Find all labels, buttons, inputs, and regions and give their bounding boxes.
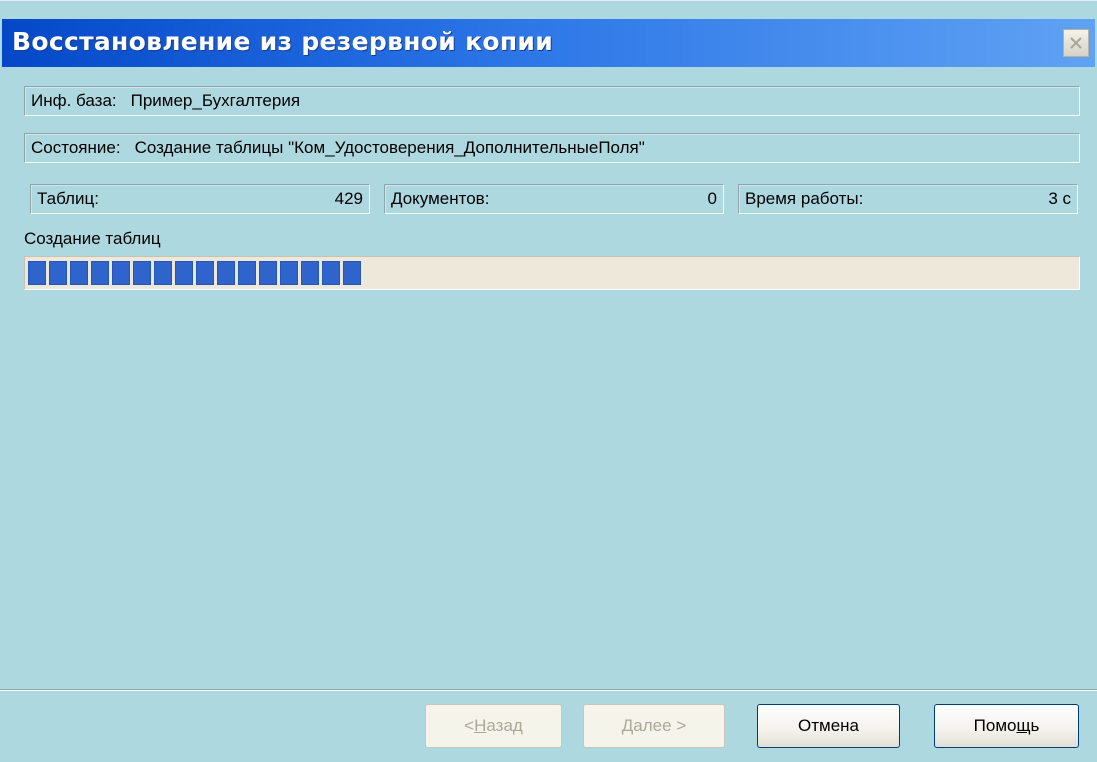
progress-block: [154, 261, 172, 285]
next-button-hotkey: Д: [621, 716, 634, 735]
progress-fill: [28, 261, 361, 285]
documents-count-field: Документов: 0: [384, 184, 724, 214]
documents-label: Документов:: [391, 189, 490, 208]
progress-block: [259, 261, 277, 285]
progress-block: [70, 261, 88, 285]
back-button[interactable]: < Назад: [425, 704, 562, 748]
restore-dialog: Восстановление из резервной копии Инф. б…: [0, 0, 1097, 762]
back-button-label: азад: [486, 716, 523, 735]
progress-block: [49, 261, 67, 285]
progress-block: [217, 261, 235, 285]
status-value: Создание таблицы "Ком_Удостоверения_Допо…: [134, 138, 645, 157]
progress-block: [301, 261, 319, 285]
help-button-hotkey: щ: [1016, 716, 1031, 735]
close-icon: [1070, 37, 1082, 49]
next-button-label: алее >: [633, 716, 687, 735]
progress-block: [238, 261, 256, 285]
progress-block: [91, 261, 109, 285]
button-separator: [0, 689, 1097, 691]
info-base-field: Инф. база: Пример_Бухгалтерия: [24, 86, 1080, 116]
window-title: Восстановление из резервной копии: [12, 27, 554, 56]
documents-value: 0: [707, 189, 717, 208]
info-base-value: Пример_Бухгалтерия: [130, 91, 301, 110]
progress-bar: [24, 256, 1080, 290]
time-value: 3 с: [1048, 189, 1071, 208]
next-button[interactable]: Далее >: [583, 704, 725, 748]
progress-label: Создание таблиц: [24, 229, 161, 248]
progress-block: [175, 261, 193, 285]
tables-label: Таблиц:: [37, 189, 99, 208]
progress-block: [280, 261, 298, 285]
tables-value: 429: [334, 189, 363, 208]
help-button[interactable]: Помо щ ь: [934, 704, 1079, 748]
help-button-suffix: ь: [1030, 716, 1040, 735]
progress-block: [343, 261, 361, 285]
back-button-hotkey: Н: [474, 716, 487, 735]
time-label: Время работы:: [745, 189, 864, 208]
tables-count-field: Таблиц: 429: [30, 184, 370, 214]
status-field: Состояние: Создание таблицы "Ком_Удостов…: [24, 133, 1080, 163]
progress-block: [133, 261, 151, 285]
back-button-prefix: <: [464, 716, 475, 735]
cancel-button-label: Отмена: [798, 716, 859, 735]
progress-block: [196, 261, 214, 285]
help-button-prefix: Помо: [973, 716, 1017, 735]
info-base-label: Инф. база:: [31, 91, 117, 110]
progress-block: [28, 261, 46, 285]
progress-block: [322, 261, 340, 285]
close-button[interactable]: [1063, 29, 1089, 57]
status-label: Состояние:: [31, 138, 121, 157]
title-bar[interactable]: Восстановление из резервной копии: [2, 19, 1095, 67]
progress-block: [112, 261, 130, 285]
elapsed-time-field: Время работы: 3 с: [738, 184, 1078, 214]
cancel-button[interactable]: Отмена: [757, 704, 900, 748]
